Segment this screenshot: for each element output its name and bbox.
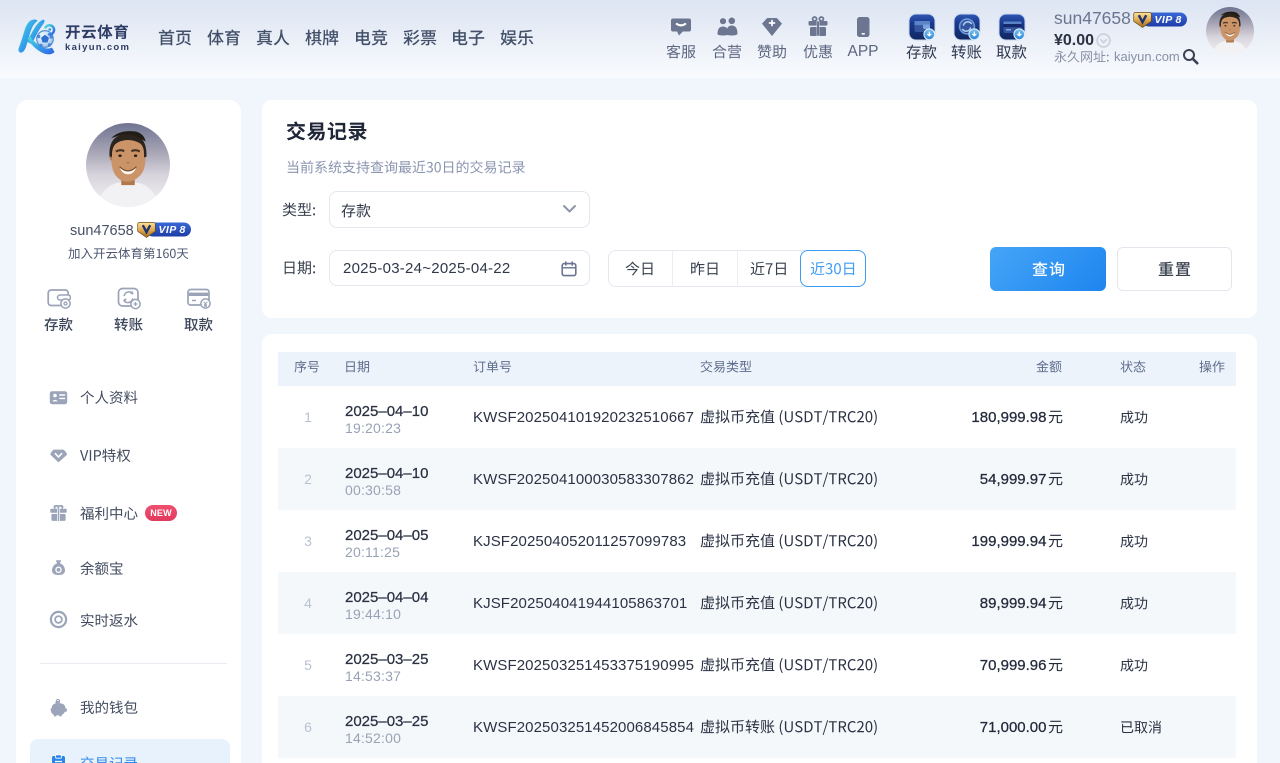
svg-text:VIP 8: VIP 8 [1155, 14, 1182, 26]
svg-text:VIP 8: VIP 8 [158, 224, 185, 236]
